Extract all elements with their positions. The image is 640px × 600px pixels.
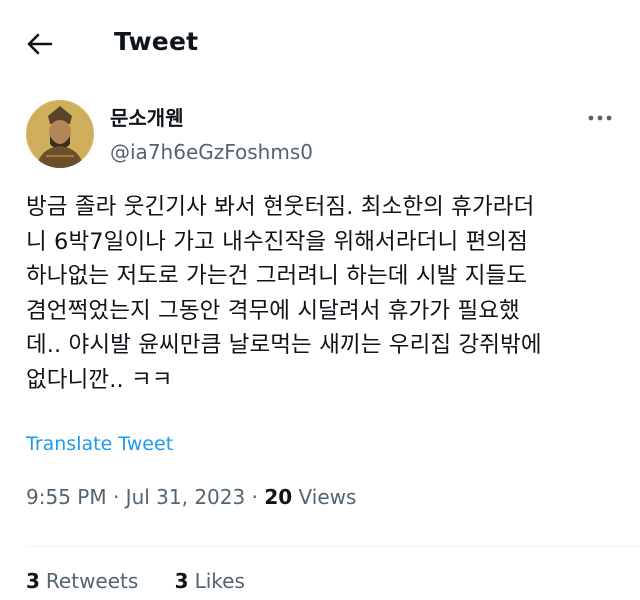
- display-name[interactable]: 문소개웬: [110, 104, 184, 132]
- tweet-text: 방금 졸라 웃긴기사 봐서 현웃터짐. 최소한의 휴가라더 니 6박7일이나 가…: [26, 190, 614, 398]
- meta-separator: ·: [106, 485, 126, 509]
- tweet-stats: 3 Retweets 3 Likes: [26, 566, 275, 596]
- views-count: 20: [264, 485, 293, 509]
- more-options-button[interactable]: [584, 106, 616, 130]
- retweets-count: 3: [26, 569, 40, 593]
- avatar[interactable]: [26, 100, 94, 168]
- tweet-time[interactable]: 9:55 PM: [26, 485, 107, 509]
- likes-stat[interactable]: 3 Likes: [175, 566, 245, 596]
- translate-tweet-link[interactable]: Translate Tweet: [26, 430, 173, 458]
- tweet-line: 겸언쩍었는지 그동안 격무에 시달려서 휴가가 필요했: [26, 297, 520, 324]
- page-title: Tweet: [114, 27, 199, 56]
- tweet-line: 없다니깐.. ㅋㅋ: [26, 366, 173, 393]
- tweet-page: Tweet 문소개웬 @ia7h6eGzFoshms0 방금 졸라 웃긴기사 봐…: [0, 0, 640, 600]
- retweets-stat[interactable]: 3 Retweets: [26, 566, 138, 596]
- views-label: Views: [298, 485, 357, 509]
- likes-label: Likes: [194, 569, 245, 593]
- tweet-line: 데.. 야시발 윤씨만큼 날로먹는 새끼는 우리집 강쥐밖에: [26, 332, 542, 359]
- back-button[interactable]: [22, 26, 58, 62]
- tweet-line: 니 6박7일이나 가고 내수진작을 위해서라더니 편의점: [26, 228, 528, 255]
- meta-separator: ·: [245, 485, 265, 509]
- retweets-label: Retweets: [45, 569, 139, 593]
- more-dots-icon: [588, 115, 612, 121]
- tweet-date[interactable]: Jul 31, 2023: [126, 485, 246, 509]
- tweet-line: 방금 졸라 웃긴기사 봐서 현웃터짐. 최소한의 휴가라더: [26, 194, 535, 220]
- divider: [26, 546, 640, 547]
- user-handle[interactable]: @ia7h6eGzFoshms0: [110, 138, 313, 166]
- likes-count: 3: [174, 569, 189, 593]
- top-bar: Tweet: [0, 0, 640, 84]
- tweet-author: 문소개웬 @ia7h6eGzFoshms0: [26, 100, 616, 170]
- tweet-meta: 9:55 PM · Jul 31, 2023 · 20 Views: [26, 482, 356, 512]
- tweet-line: 하나없는 저도로 가는건 그러려니 하는데 시발 지들도: [26, 263, 528, 290]
- avatar-portrait: [26, 100, 94, 168]
- arrow-left-icon: [27, 33, 53, 55]
